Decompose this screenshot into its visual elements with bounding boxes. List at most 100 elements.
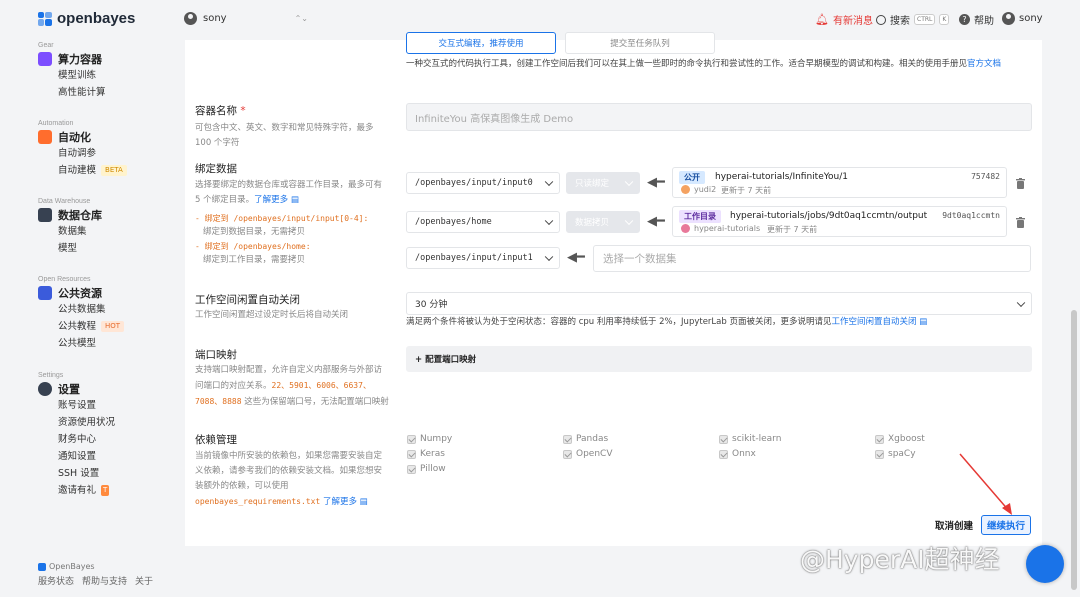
brand-logo[interactable]: openbayes xyxy=(38,10,135,27)
requirements-file: openbayes_requirements.txt xyxy=(195,497,321,506)
sidebar-item-hpc[interactable]: 高性能计算 xyxy=(38,84,106,101)
dataset-select-input[interactable]: 选择一个数据集 xyxy=(593,245,1031,272)
scrollbar[interactable] xyxy=(1071,310,1077,590)
bind-mode-select-0[interactable]: 只读绑定 xyxy=(566,172,640,194)
deps-learn-more[interactable]: 了解更多 xyxy=(323,497,357,507)
doc-icon: ▤ xyxy=(916,317,928,327)
mode-value: 只读绑定 xyxy=(575,179,610,189)
new-message-label: 有新消息 xyxy=(832,16,873,27)
chevron-down-icon xyxy=(1016,298,1026,307)
sidebar-item-invite[interactable]: 邀请有礼 T xyxy=(38,482,115,499)
footer-link-status[interactable]: 服务状态 xyxy=(38,574,74,587)
section-title-text: 公共资源 xyxy=(58,287,102,300)
item-label: 数据集 xyxy=(58,226,87,237)
idle-timeout-select[interactable]: 30 分钟 xyxy=(406,292,1032,315)
footer-links: 服务状态 帮助与支持 关于 xyxy=(38,574,153,587)
dep-label: Pillow xyxy=(420,464,446,474)
item-label: 自动调参 xyxy=(58,148,97,159)
bind-learn-more[interactable]: 了解更多 xyxy=(254,195,288,205)
sidebar-item-account[interactable]: 账号设置 xyxy=(38,397,115,414)
logo-icon xyxy=(38,11,52,26)
dep-label: Numpy xyxy=(420,434,453,444)
sidebar-item-public-models[interactable]: 公共模型 xyxy=(38,335,124,352)
new-message-link[interactable]: 🔔︎ 有新消息 xyxy=(815,12,873,27)
sidebar-item-autotune[interactable]: 自动调参 xyxy=(38,145,127,162)
sidebar-item-public-datasets[interactable]: 公共数据集 xyxy=(38,301,124,318)
workspace-switcher[interactable]: sony ⌃⌄ xyxy=(184,12,308,25)
section-title[interactable]: 自动化 xyxy=(38,129,127,145)
footer-link-help[interactable]: 帮助与支持 xyxy=(82,574,127,587)
item-label: 模型 xyxy=(58,243,78,254)
bind-path-select-0[interactable]: /openbayes/input/input0 xyxy=(406,172,560,194)
updown-icon: ⌃⌄ xyxy=(294,14,308,23)
beta-badge: BETA xyxy=(101,165,127,176)
item-label: SSH 设置 xyxy=(58,468,100,479)
doc-icon: ▤ xyxy=(288,195,299,205)
trash-icon[interactable] xyxy=(1016,178,1025,189)
dep-label: Keras xyxy=(420,449,445,459)
item-label: 模型训练 xyxy=(58,70,97,81)
updated-time: 更新于 7 天前 xyxy=(767,225,818,234)
sidebar-item-automl[interactable]: 自动建模 BETA xyxy=(38,162,127,179)
bound-dataset-card-0[interactable]: 公开 hyperai-tutorials/InfiniteYou/1 75748… xyxy=(672,167,1007,198)
sidebar-item-models[interactable]: 模型 xyxy=(38,240,102,257)
help-label: 帮助 xyxy=(974,16,994,27)
section-title[interactable]: 算力容器 xyxy=(38,51,106,67)
intro-body: 一种交互式的代码执行工具，创建工作空间后我们可以在其上做一些即时的命令执行和尝试… xyxy=(406,59,968,69)
footer: OpenBayes 服务状态 帮助与支持 关于 xyxy=(38,562,153,587)
kbd-k: K xyxy=(939,14,950,25)
container-name-input[interactable]: InfiniteYou 高保真图像生成 Demo xyxy=(406,103,1032,131)
section-small: Open Resources xyxy=(38,276,91,283)
section-small: Gear xyxy=(38,42,54,49)
help-link[interactable]: ? 帮助 xyxy=(959,12,994,27)
updated-time: 更新于 7 天前 xyxy=(721,186,772,195)
checkbox-icon xyxy=(719,434,728,444)
bind-path-select-2[interactable]: /openbayes/input/input1 xyxy=(406,247,560,269)
configure-port-button[interactable]: + 配置端口映射 xyxy=(406,346,1032,372)
section-title[interactable]: 公共资源 xyxy=(38,285,124,301)
bind-label: 绑定数据 xyxy=(195,163,237,175)
workspace-user: sony xyxy=(203,13,227,24)
chevron-down-icon xyxy=(544,252,554,262)
avatar xyxy=(681,224,690,233)
dataset-placeholder: 选择一个数据集 xyxy=(603,253,677,265)
tab-queue[interactable]: 提交至任务队列 xyxy=(565,32,715,54)
footer-brand: OpenBayes xyxy=(38,562,153,571)
sidebar-section-data: Data Warehouse 数据仓库 数据集 模型 xyxy=(38,198,102,257)
repo-path: hyperai-tutorials/InfiniteYou/1 xyxy=(715,172,849,182)
dep-numpy: Numpy xyxy=(407,434,452,444)
sidebar-item-public-tutorials[interactable]: 公共教程 HOT xyxy=(38,318,125,335)
account-menu[interactable]: sony xyxy=(1002,12,1043,25)
bind-path-select-1[interactable]: /openbayes/home xyxy=(406,211,560,233)
sidebar-item-notify[interactable]: 通知设置 xyxy=(38,448,115,465)
port-desc-tail: 这些为保留端口号，无法配置端口映射 xyxy=(241,397,389,407)
continue-label: 继续执行 xyxy=(986,521,1025,532)
docs-link[interactable]: 官方文档 xyxy=(967,59,1001,69)
sidebar-item-training[interactable]: 模型训练 xyxy=(38,67,106,84)
name-value: InfiniteYou 高保真图像生成 Demo xyxy=(415,113,574,125)
search-icon xyxy=(876,14,886,25)
sidebar-item-datasets[interactable]: 数据集 xyxy=(38,223,102,240)
item-label: 邀请有礼 xyxy=(58,485,97,496)
job-id: 9dt0aq1ccmtn xyxy=(942,211,1000,220)
dep-label: Onnx xyxy=(732,449,756,459)
idle-doc-link[interactable]: 工作空间闲置自动关闭 xyxy=(831,317,916,327)
section-title[interactable]: 设置 xyxy=(38,381,115,397)
section-title[interactable]: 数据仓库 xyxy=(38,207,102,223)
dep-label: OpenCV xyxy=(576,449,613,459)
public-resources-icon xyxy=(38,286,52,300)
trash-icon[interactable] xyxy=(1016,217,1025,228)
section-small: Data Warehouse xyxy=(38,198,91,205)
sidebar-item-usage[interactable]: 资源使用状况 xyxy=(38,414,115,431)
account-name: sony xyxy=(1019,13,1043,24)
search-button[interactable]: 搜索 CTRL K xyxy=(876,12,950,27)
sidebar-item-ssh[interactable]: SSH 设置 xyxy=(38,465,115,482)
chevron-down-icon xyxy=(624,177,634,187)
footer-link-about[interactable]: 关于 xyxy=(135,574,153,587)
sidebar-item-finance[interactable]: 财务中心 xyxy=(38,431,115,448)
tab-label: 交互式编程，推荐使用 xyxy=(438,39,524,49)
bound-dataset-card-1[interactable]: 工作目录 hyperai-tutorials/jobs/9dt0aq1ccmtn… xyxy=(672,206,1007,237)
tab-interactive[interactable]: 交互式编程，推荐使用 xyxy=(406,32,556,54)
automation-icon xyxy=(38,130,52,144)
bind-mode-select-1[interactable]: 数据拷贝 xyxy=(566,211,640,233)
